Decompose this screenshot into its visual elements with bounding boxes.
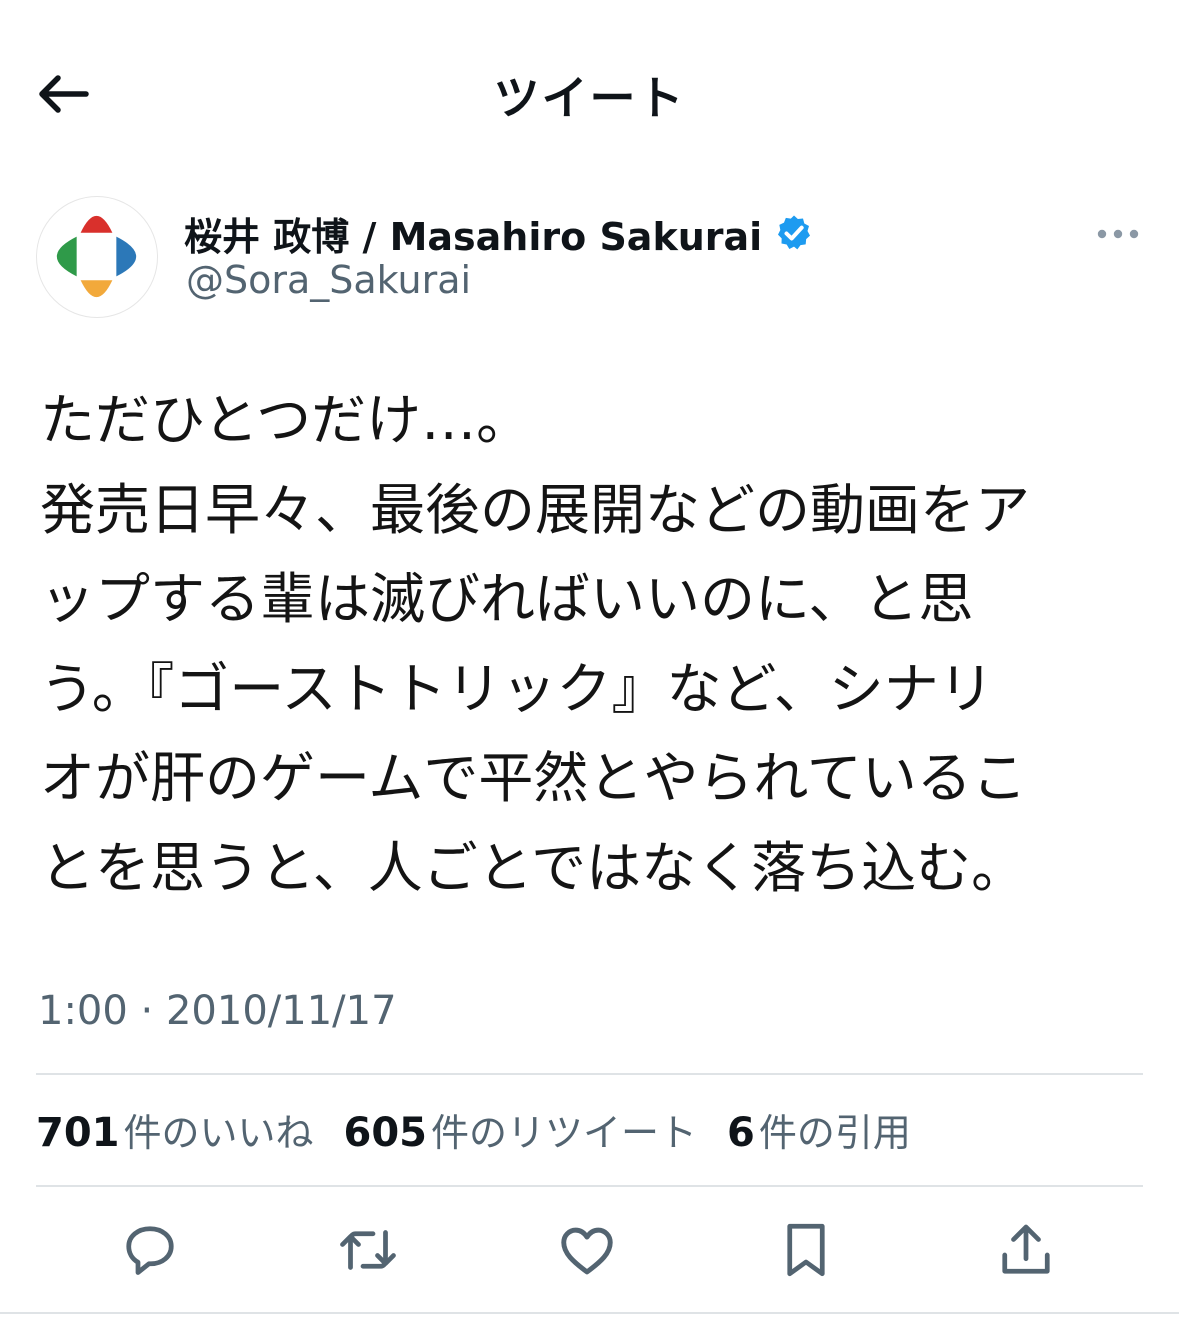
tweet-line: ップする輩は滅びればいいのに、と思 <box>40 567 974 631</box>
divider <box>0 1312 1179 1314</box>
likes-count: 701 <box>36 1110 120 1156</box>
share-icon <box>1002 1224 1050 1274</box>
retweets-count: 605 <box>343 1110 428 1156</box>
quotes-count: 6 <box>727 1110 755 1156</box>
avatar[interactable] <box>36 196 158 318</box>
like-icon <box>561 1227 613 1275</box>
tweet-stats: 701 件のいいね 605 件のリツイート 6 件の引用 <box>36 1102 941 1157</box>
reply-icon <box>126 1226 174 1275</box>
display-name[interactable]: 桜井 政博 / Masahiro Sakurai <box>184 206 762 261</box>
like-button[interactable] <box>551 1214 623 1286</box>
tweet-text: ただひとつだけ…。 発売日早々、最後の展開などの動画をア ップする輩は滅びればい… <box>40 376 1140 913</box>
quotes-label: 件の引用 <box>758 1111 911 1155</box>
more-options-button[interactable] <box>1086 210 1150 258</box>
share-button[interactable] <box>990 1214 1062 1286</box>
tweet-line: 発売日早々、最後の展開などの動画をア <box>40 477 1031 542</box>
divider <box>36 1185 1143 1187</box>
tweet-line: とを思うと、人ごとではなく落ち込む。 <box>40 835 1027 900</box>
profile-logo-icon <box>56 215 137 298</box>
verified-badge-icon <box>778 215 811 250</box>
quotes-stat[interactable]: 6 件の引用 <box>727 1102 911 1157</box>
author-name-row[interactable]: 桜井 政博 / Masahiro Sakurai <box>184 206 814 260</box>
user-handle[interactable]: @Sora_Sakurai <box>186 258 471 302</box>
likes-stat[interactable]: 701 件のいいね <box>36 1102 314 1157</box>
more-dots-icon <box>1097 229 1139 239</box>
tweet-line: ただひとつだけ…。 <box>40 388 532 452</box>
page-title: ツイート <box>493 71 686 125</box>
tweet-detail-page: ツイート 桜井 政博 / Masahiro Sakurai @Sora_Saku… <box>0 0 1179 1322</box>
divider <box>36 1073 1143 1075</box>
tweet-timestamp[interactable]: 1:00 · 2010/11/17 <box>38 988 397 1034</box>
retweets-label: 件のリツイート <box>431 1111 698 1155</box>
tweet-line: オが肝のゲームで平然とやられているこ <box>40 746 1027 810</box>
retweet-button[interactable] <box>332 1214 404 1286</box>
reply-button[interactable] <box>114 1214 186 1286</box>
bookmark-button[interactable] <box>770 1214 842 1286</box>
retweet-icon <box>340 1230 396 1270</box>
likes-label: 件のいいね <box>123 1111 314 1155</box>
retweets-stat[interactable]: 605 件のリツイート <box>344 1102 698 1157</box>
tweet-line: う。『ゴーストトリック』など、シナリ <box>40 656 994 721</box>
bookmark-icon <box>787 1223 825 1277</box>
